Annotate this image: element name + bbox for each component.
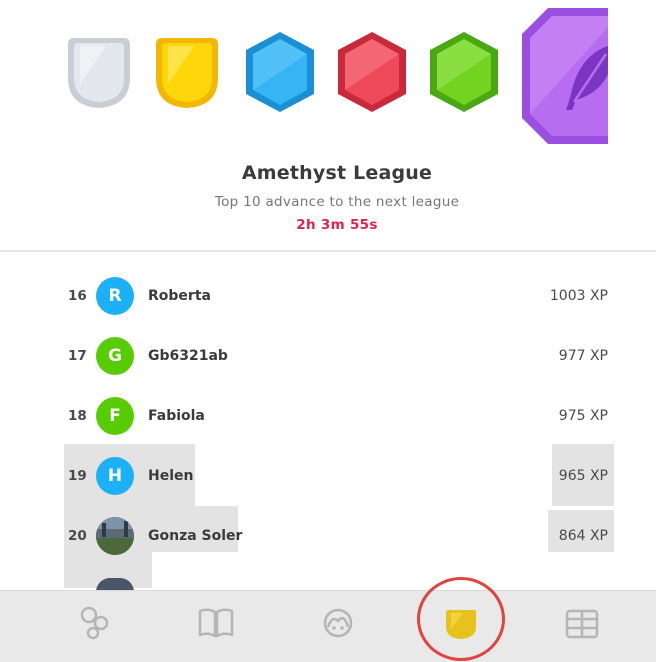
xp-value: 975 XP: [558, 408, 608, 424]
xp-value: 864 XP: [558, 528, 608, 544]
silver-league-badge[interactable]: [66, 34, 132, 110]
annotation-circle: [417, 577, 505, 661]
leaderboard-screen: Amethyst League Top 10 advance to the ne…: [0, 0, 656, 662]
user-name[interactable]: Fabiola: [148, 386, 205, 446]
shop-icon: [565, 609, 599, 639]
league-badges-row: [0, 0, 656, 150]
rank-number: 20: [68, 528, 87, 544]
sapphire-league-badge[interactable]: [244, 30, 316, 114]
user-name[interactable]: Helen: [148, 446, 193, 506]
xp-value: 965 XP: [558, 468, 608, 484]
shop-tab[interactable]: [560, 601, 604, 645]
xp-value: 977 XP: [558, 348, 608, 364]
rank-number: 17: [68, 348, 87, 364]
leaderboard-row[interactable]: 16 R Roberta 1003 XP: [0, 266, 656, 326]
xp-value: 1003 XP: [549, 288, 608, 304]
league-subtitle: Top 10 advance to the next league: [214, 194, 460, 210]
stories-tab[interactable]: [194, 601, 238, 645]
profile-tab[interactable]: [316, 601, 360, 645]
bubbles-icon: [80, 606, 109, 640]
user-name[interactable]: Gb6321ab: [148, 326, 228, 386]
user-name[interactable]: Gonza Soler: [148, 506, 242, 566]
league-header: Amethyst League Top 10 advance to the ne…: [0, 0, 656, 250]
bottom-tab-bar: [0, 590, 656, 662]
league-countdown: 2h 3m 55s: [296, 217, 378, 233]
leaderboard-row[interactable]: 20 Gonza Soler 864 XP: [0, 506, 656, 566]
leaderboard-list[interactable]: 16 R Roberta 1003 XP 17 G Gb6321ab 977 X…: [0, 252, 656, 590]
emerald-league-badge[interactable]: [428, 30, 500, 114]
leaderboard-row[interactable]: 17 G Gb6321ab 977 XP: [0, 326, 656, 386]
leaderboard-row[interactable]: 18 F Fabiola 975 XP: [0, 386, 656, 446]
learn-tab[interactable]: [74, 601, 118, 645]
avatar-icon: [323, 608, 353, 638]
avatar[interactable]: G: [96, 337, 134, 375]
rank-number: 19: [68, 468, 87, 484]
avatar[interactable]: H: [96, 457, 134, 495]
book-icon: [198, 608, 234, 638]
ruby-league-badge[interactable]: [336, 30, 408, 114]
avatar[interactable]: [96, 517, 134, 555]
leaderboard-row[interactable]: 19 H Helen 965 XP: [0, 446, 656, 506]
gold-league-badge[interactable]: [154, 34, 220, 110]
user-name[interactable]: Roberta: [148, 266, 211, 326]
avatar[interactable]: R: [96, 277, 134, 315]
avatar[interactable]: F: [96, 397, 134, 435]
league-title: Amethyst League: [241, 162, 433, 184]
amethyst-league-badge[interactable]: [520, 6, 608, 146]
rank-number: 16: [68, 288, 87, 304]
rank-number: 18: [68, 408, 87, 424]
